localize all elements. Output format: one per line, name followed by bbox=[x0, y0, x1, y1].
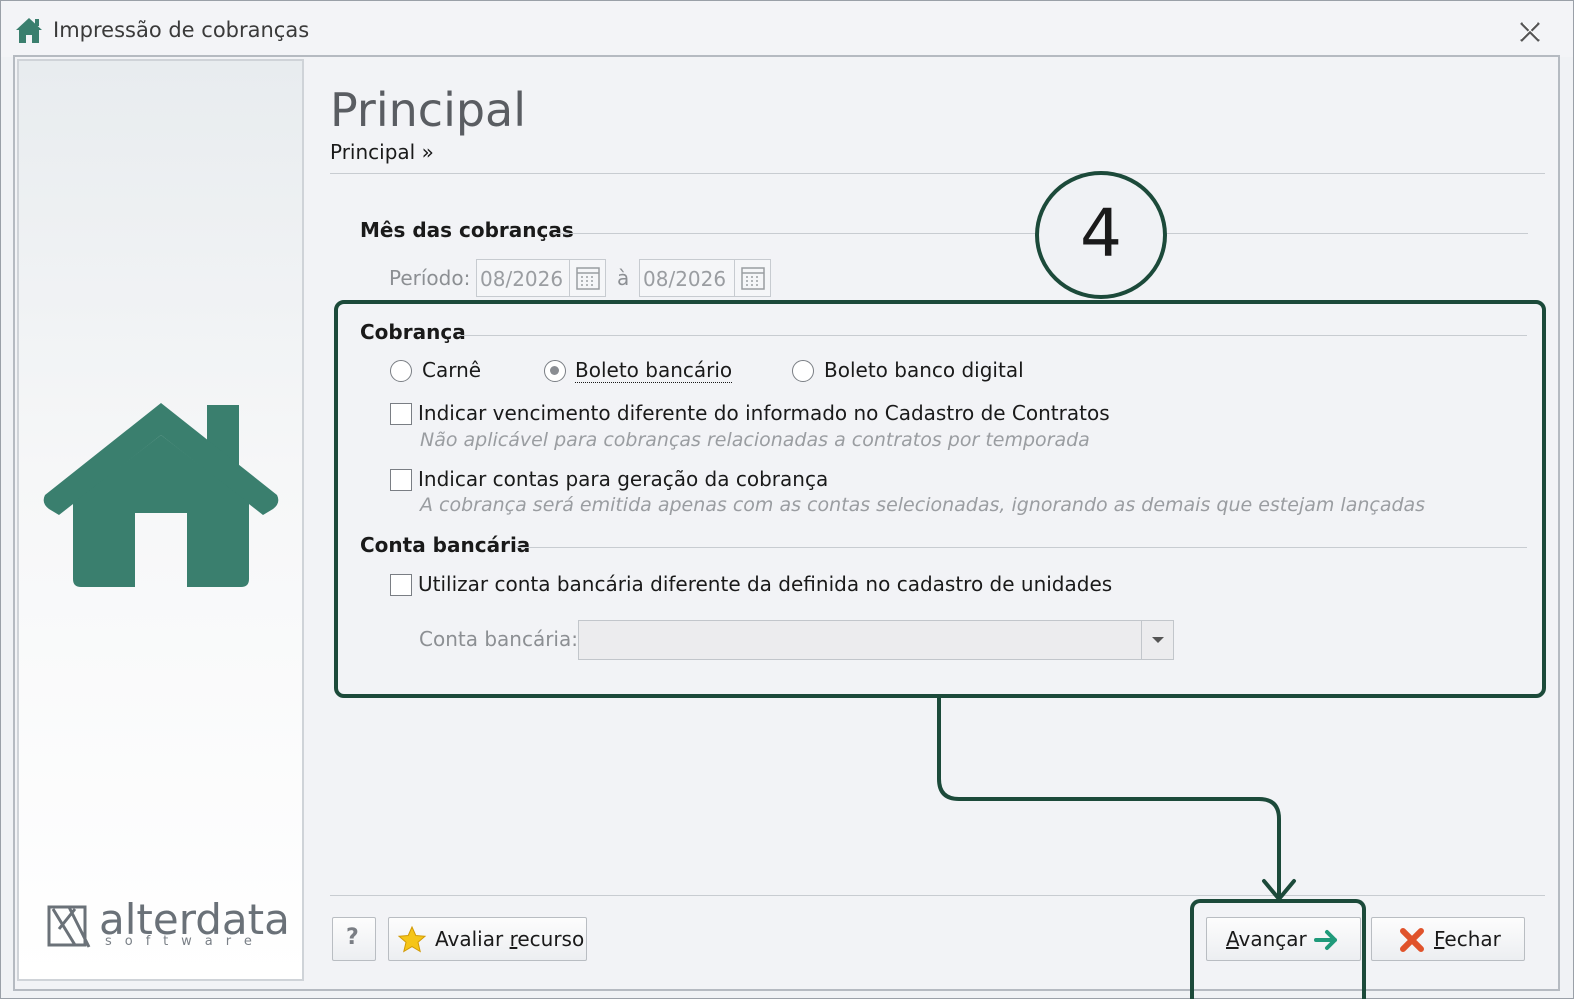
annotation-connector bbox=[937, 698, 1296, 901]
annotation-step-circle: 4 bbox=[1035, 171, 1167, 299]
dialog-window: Impressão de cobranças alterdata softwar… bbox=[0, 0, 1574, 999]
annotation-step-number: 4 bbox=[1080, 195, 1122, 272]
annotation-next-highlight bbox=[1190, 899, 1366, 999]
